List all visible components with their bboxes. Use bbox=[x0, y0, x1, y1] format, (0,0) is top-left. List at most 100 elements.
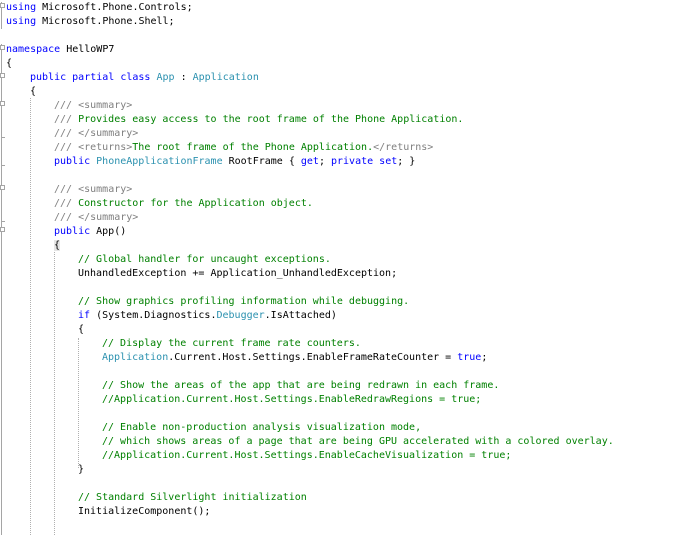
code-token: Application bbox=[192, 72, 259, 83]
code-token: true bbox=[457, 352, 482, 363]
code-token: { bbox=[6, 58, 13, 69]
code-line[interactable]: InitializeComponent(); bbox=[78, 505, 210, 519]
code-line[interactable]: using Microsoft.Phone.Shell; bbox=[6, 15, 175, 29]
code-token: Constructor for the Application object. bbox=[72, 198, 313, 209]
code-line[interactable]: namespace HelloWP7 bbox=[6, 43, 114, 57]
code-token: public bbox=[54, 226, 91, 237]
code-token: PhoneApplicationFrame bbox=[96, 156, 223, 167]
code-token: public bbox=[54, 156, 91, 167]
code-line[interactable]: /// </summary> bbox=[54, 127, 138, 141]
code-line[interactable]: public App() bbox=[54, 225, 126, 239]
code-line[interactable]: // Standard Silverlight initialization bbox=[78, 491, 307, 505]
code-token: { bbox=[54, 240, 61, 251]
code-token: (System.Diagnostics. bbox=[90, 310, 217, 321]
code-token: if bbox=[78, 310, 91, 321]
code-token: Debugger bbox=[216, 310, 265, 321]
code-token: // Show the areas of the app that are be… bbox=[102, 380, 500, 391]
code-line[interactable]: { bbox=[6, 57, 12, 71]
code-token: : bbox=[174, 72, 193, 83]
code-line[interactable]: UnhandledException += Application_Unhand… bbox=[78, 267, 397, 281]
code-token: using bbox=[6, 16, 37, 27]
code-token: // Display the current frame rate counte… bbox=[102, 338, 361, 349]
code-token: //Application.Current.Host.Settings.Enab… bbox=[102, 394, 482, 405]
code-line[interactable]: /// Provides easy access to the root fra… bbox=[54, 113, 463, 127]
collapse-method-icon[interactable] bbox=[0, 227, 5, 232]
collapse-using-icon[interactable] bbox=[0, 3, 5, 8]
code-token: // Enable non-production analysis visual… bbox=[102, 422, 422, 433]
collapse-summary-icon[interactable] bbox=[0, 101, 5, 106]
code-line[interactable]: { bbox=[78, 323, 84, 337]
code-token: //Application.Current.Host.Settings.Enab… bbox=[102, 450, 512, 461]
code-token: <summary> bbox=[78, 100, 133, 111]
code-token: get bbox=[300, 156, 319, 167]
code-line[interactable]: using Microsoft.Phone.Controls; bbox=[6, 1, 193, 15]
code-line[interactable]: /// <summary> bbox=[54, 99, 132, 113]
code-token: private bbox=[330, 156, 374, 167]
code-token: The root frame of the Phone Application. bbox=[132, 142, 374, 153]
code-token: App() bbox=[90, 226, 127, 237]
code-token: Microsoft.Phone.Shell; bbox=[36, 16, 175, 27]
code-token: /// bbox=[54, 212, 73, 223]
code-line[interactable]: /// </summary> bbox=[54, 211, 138, 225]
code-token: /// bbox=[54, 184, 73, 195]
code-line[interactable]: Application.Current.Host.Settings.Enable… bbox=[102, 351, 487, 365]
code-line[interactable]: // which shows areas of a page that are … bbox=[102, 435, 614, 449]
code-line[interactable]: { bbox=[54, 239, 61, 253]
indent-guide bbox=[78, 338, 79, 468]
collapse-class-icon[interactable] bbox=[0, 73, 5, 78]
indent-guide bbox=[30, 98, 31, 535]
code-token: Provides easy access to the root frame o… bbox=[72, 114, 464, 125]
code-line[interactable]: // Global handler for uncaught exception… bbox=[78, 253, 331, 267]
code-token: </summary> bbox=[78, 128, 139, 139]
collapse-summary-icon[interactable] bbox=[0, 185, 5, 190]
code-token: partial bbox=[72, 72, 115, 83]
code-line[interactable]: // Enable non-production analysis visual… bbox=[102, 421, 421, 435]
code-line[interactable]: //Application.Current.Host.Settings.Enab… bbox=[102, 449, 511, 463]
code-line[interactable]: /// Constructor for the Application obje… bbox=[54, 197, 313, 211]
code-token: // which shows areas of a page that are … bbox=[102, 436, 614, 447]
code-line[interactable]: // Display the current frame rate counte… bbox=[102, 337, 361, 351]
code-token: /// bbox=[54, 128, 73, 139]
code-token: { bbox=[78, 324, 85, 335]
code-token: .Current.Host.Settings.EnableFrameRateCo… bbox=[168, 352, 458, 363]
code-token: /// bbox=[54, 198, 73, 209]
code-token: App bbox=[156, 72, 175, 83]
code-line[interactable]: /// <returns>The root frame of the Phone… bbox=[54, 141, 433, 155]
code-token: <returns> bbox=[78, 142, 133, 153]
code-line[interactable]: public partial class App : Application bbox=[30, 71, 259, 85]
code-token: // Standard Silverlight initialization bbox=[78, 492, 307, 503]
code-token: using bbox=[6, 2, 37, 13]
code-token: // Show graphics profiling information w… bbox=[78, 296, 410, 307]
code-line[interactable]: public PhoneApplicationFrame RootFrame {… bbox=[54, 155, 415, 169]
code-token: class bbox=[120, 72, 151, 83]
code-token: UnhandledException += Application_Unhand… bbox=[78, 268, 398, 279]
code-token: namespace bbox=[6, 44, 61, 55]
code-token: ; bbox=[318, 156, 331, 167]
code-token: ; bbox=[481, 352, 488, 363]
code-token: public bbox=[30, 72, 67, 83]
collapse-namespace-icon[interactable] bbox=[0, 45, 5, 50]
code-token: RootFrame { bbox=[222, 156, 301, 167]
code-token: set bbox=[379, 156, 398, 167]
code-line[interactable]: /// <summary> bbox=[54, 183, 132, 197]
code-token: </returns> bbox=[373, 142, 434, 153]
code-line[interactable]: //Application.Current.Host.Settings.Enab… bbox=[102, 393, 481, 407]
code-token: /// bbox=[54, 142, 73, 153]
code-line[interactable]: } bbox=[78, 463, 84, 477]
code-token: Application bbox=[102, 352, 169, 363]
code-token: /// bbox=[54, 100, 73, 111]
code-token: .IsAttached) bbox=[264, 310, 337, 321]
code-token: HelloWP7 bbox=[60, 44, 115, 55]
code-token: <summary> bbox=[78, 184, 133, 195]
code-line[interactable]: // Show the areas of the app that are be… bbox=[102, 379, 499, 393]
outlining-margin bbox=[0, 0, 5, 535]
code-line[interactable]: // Show graphics profiling information w… bbox=[78, 295, 409, 309]
indent-guide bbox=[54, 252, 55, 535]
code-token: } bbox=[78, 464, 85, 475]
code-line[interactable]: { bbox=[30, 85, 36, 99]
code-line[interactable]: if (System.Diagnostics.Debugger.IsAttach… bbox=[78, 309, 337, 323]
code-token: </summary> bbox=[78, 212, 139, 223]
code-token: { bbox=[30, 86, 37, 97]
code-editor[interactable]: using Microsoft.Phone.Controls; using Mic… bbox=[0, 0, 700, 535]
code-token: Microsoft.Phone.Controls; bbox=[36, 2, 193, 13]
